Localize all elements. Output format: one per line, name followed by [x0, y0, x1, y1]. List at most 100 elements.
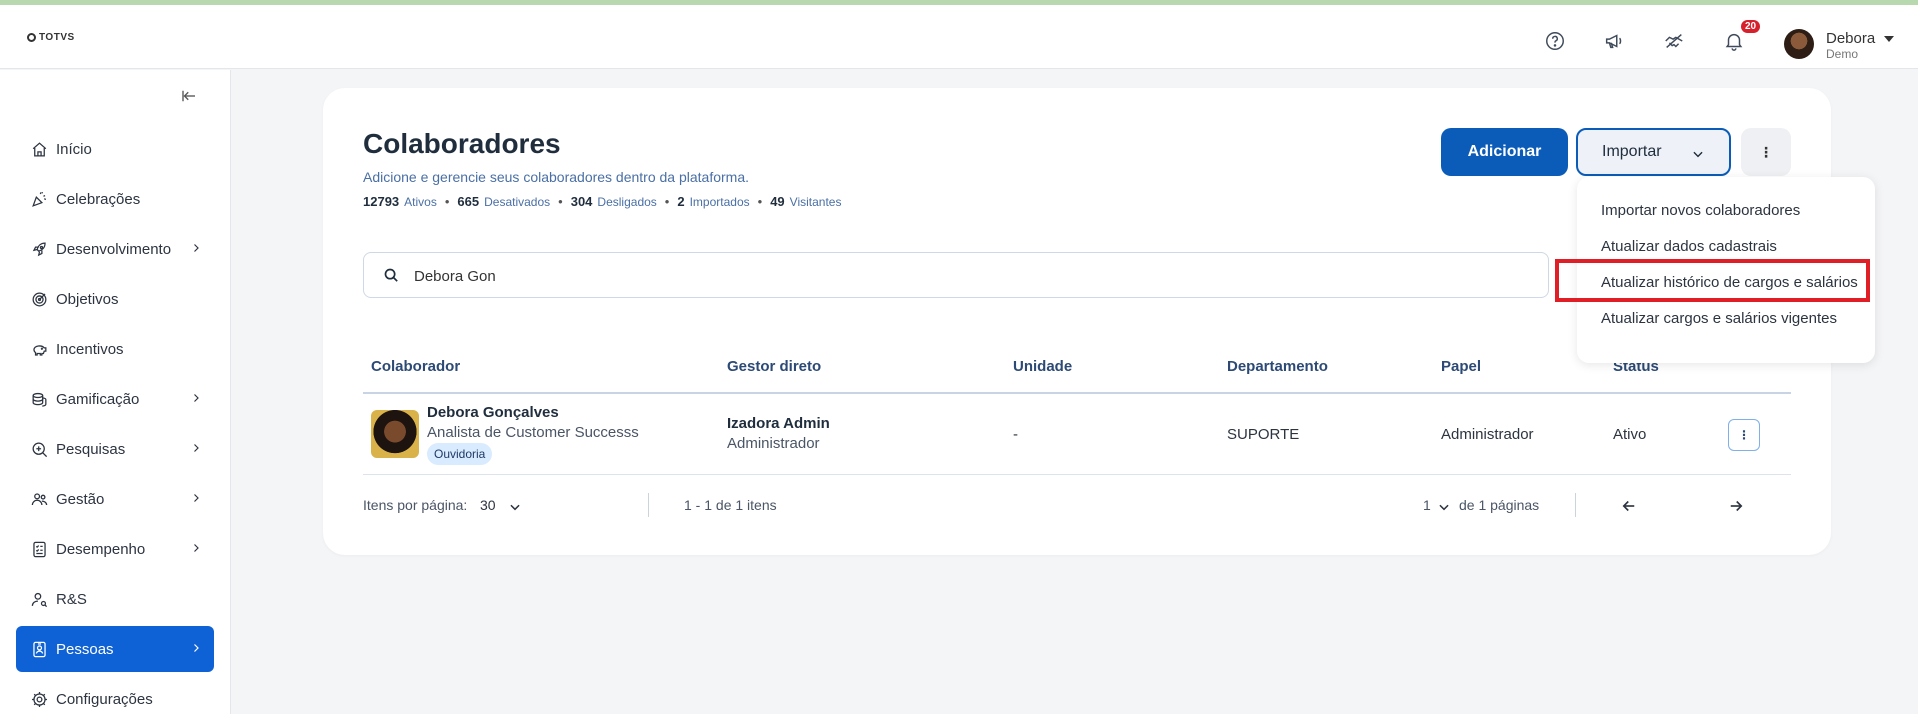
sidebar-item-label: Desenvolvimento [56, 240, 172, 258]
departamento-value: SUPORTE [1227, 426, 1300, 443]
help-icon[interactable] [1542, 28, 1568, 54]
sidebar-item-label: Pesquisas [56, 440, 126, 458]
current-page[interactable]: 1 [1423, 497, 1431, 513]
home-icon [32, 141, 47, 156]
stat-desativados-label: Desativados [484, 195, 551, 209]
col-header-colaborador[interactable]: Colaborador [371, 358, 460, 375]
id-badge-icon [33, 641, 46, 657]
sidebar-item-label: Pessoas [56, 640, 114, 658]
stat-ativos-label: Ativos [404, 195, 437, 209]
stat-desativados-count: 665 [457, 194, 480, 209]
user-menu-caret-icon[interactable] [1884, 36, 1894, 42]
col-header-papel[interactable]: Papel [1441, 358, 1481, 375]
col-header-gestor[interactable]: Gestor direto [727, 358, 821, 375]
stat-ativos-count: 12793 [363, 194, 400, 209]
employee-tag: Ouvidoria [427, 443, 493, 465]
pager-divider [1575, 493, 1576, 517]
sidebar-item-inicio[interactable]: Início [16, 126, 214, 172]
sidebar-item-label: Incentivos [56, 340, 124, 358]
people-icon [31, 492, 48, 505]
status-value: Ativo [1613, 426, 1647, 443]
sidebar-item-gestao[interactable]: Gestão [16, 476, 214, 522]
coins-icon [32, 392, 47, 407]
sidebar-item-label: R&S [56, 590, 87, 608]
sidebar-item-label: Gamificação [56, 390, 140, 408]
total-pages-text: de 1 páginas [1459, 497, 1540, 513]
stat-separator: • [757, 194, 763, 209]
chevron-right-icon [194, 394, 199, 402]
sidebar-item-desempenho[interactable]: Desempenho [16, 526, 214, 572]
highlight-box [1555, 259, 1870, 302]
chevron-right-icon [194, 544, 199, 552]
sidebar-item-objetivos[interactable]: Objetivos [16, 276, 214, 322]
sidebar-item-celebracoes[interactable]: Celebrações [16, 176, 214, 222]
per-page-chevron-down-icon[interactable] [508, 500, 522, 514]
user-avatar[interactable] [1784, 29, 1814, 59]
arrow-left-icon[interactable] [1620, 497, 1638, 515]
stat-desligados-label: Desligados [597, 195, 657, 209]
employee-name[interactable]: Debora Gonçalves [427, 404, 559, 421]
menu-item-update-current-salary[interactable]: Atualizar cargos e salários vigentes [1601, 310, 1837, 327]
logo-text: TOTVS [39, 32, 75, 43]
collapse-sidebar-icon[interactable] [180, 87, 198, 105]
user-name[interactable]: Debora [1826, 30, 1875, 47]
stat-desligados-count: 304 [570, 194, 593, 209]
col-header-departamento[interactable]: Departamento [1227, 358, 1328, 375]
more-options-button[interactable]: ⋮ [1741, 128, 1791, 176]
chevron-right-icon [194, 244, 199, 252]
manager-name: Izadora Admin [727, 415, 830, 432]
search-input[interactable] [414, 263, 1014, 289]
page-chevron-down-icon[interactable] [1437, 500, 1451, 514]
employee-avatar [371, 410, 419, 458]
menu-item-update-registration[interactable]: Atualizar dados cadastrais [1601, 238, 1777, 255]
sidebar-item-configuracoes[interactable]: Configurações [16, 676, 214, 714]
stat-visitantes-count: 49 [770, 194, 785, 209]
col-header-unidade[interactable]: Unidade [1013, 358, 1072, 375]
import-button[interactable]: Importar [1576, 128, 1731, 176]
per-page-label: Itens por página: [363, 497, 468, 513]
sidebar-item-label: Configurações [56, 690, 153, 708]
page-title: Colaboradores [363, 128, 561, 159]
add-button[interactable]: Adicionar [1441, 128, 1568, 176]
manager-role: Administrador [727, 435, 820, 452]
stat-importados-count: 2 [677, 194, 685, 209]
stat-separator: • [664, 194, 670, 209]
sidebar-item-gamificacao[interactable]: Gamificação [16, 376, 214, 422]
search-icon [384, 268, 398, 282]
arrow-right-icon[interactable] [1727, 497, 1745, 515]
row-actions-button[interactable]: ⋮ [1728, 419, 1760, 451]
menu-item-import-new[interactable]: Importar novos colaboradores [1601, 202, 1800, 219]
gear-icon [31, 691, 48, 707]
chevron-right-icon [194, 644, 199, 652]
pager-divider [648, 493, 649, 517]
sidebar-item-label: Desempenho [56, 540, 146, 558]
logo-mark-icon [27, 33, 36, 42]
sidebar-item-pesquisas[interactable]: Pesquisas [16, 426, 214, 472]
chevron-right-icon [194, 444, 199, 452]
sidebar-item-label: Início [56, 140, 92, 158]
import-button-label: Importar [1602, 143, 1662, 160]
chevron-down-icon [1693, 151, 1703, 158]
table-header-divider [363, 392, 1791, 394]
per-page-value[interactable]: 30 [480, 497, 496, 513]
papel-value: Administrador [1441, 426, 1534, 443]
search-survey-icon [32, 442, 48, 457]
sidebar-item-r-s[interactable]: R&S [16, 576, 214, 622]
sidebar-item-incentivos[interactable]: Incentivos [16, 326, 214, 372]
sidebar-item-pessoas[interactable]: Pessoas [16, 626, 214, 672]
handshake-icon[interactable] [1661, 28, 1687, 54]
range-text: 1 - 1 de 1 itens [684, 497, 777, 513]
sidebar-item-label: Gestão [56, 490, 105, 508]
megaphone-icon[interactable] [1601, 28, 1627, 54]
stat-separator: • [558, 194, 563, 209]
user-role: Demo [1826, 47, 1859, 61]
search-box [363, 252, 1549, 298]
sidebar-item-desenvolvimento[interactable]: Desenvolvimento [16, 226, 214, 272]
page-subtitle: Adicione e gerencie seus colaboradores d… [363, 169, 750, 185]
stat-separator: • [444, 194, 450, 209]
target-icon [32, 292, 47, 306]
totvs-logo[interactable]: TOTVS [27, 32, 75, 43]
piggy-bank-icon [33, 344, 47, 356]
top-bar: TOTVS 20 Debora Demo [0, 5, 1918, 69]
chevron-right-icon [194, 494, 199, 502]
